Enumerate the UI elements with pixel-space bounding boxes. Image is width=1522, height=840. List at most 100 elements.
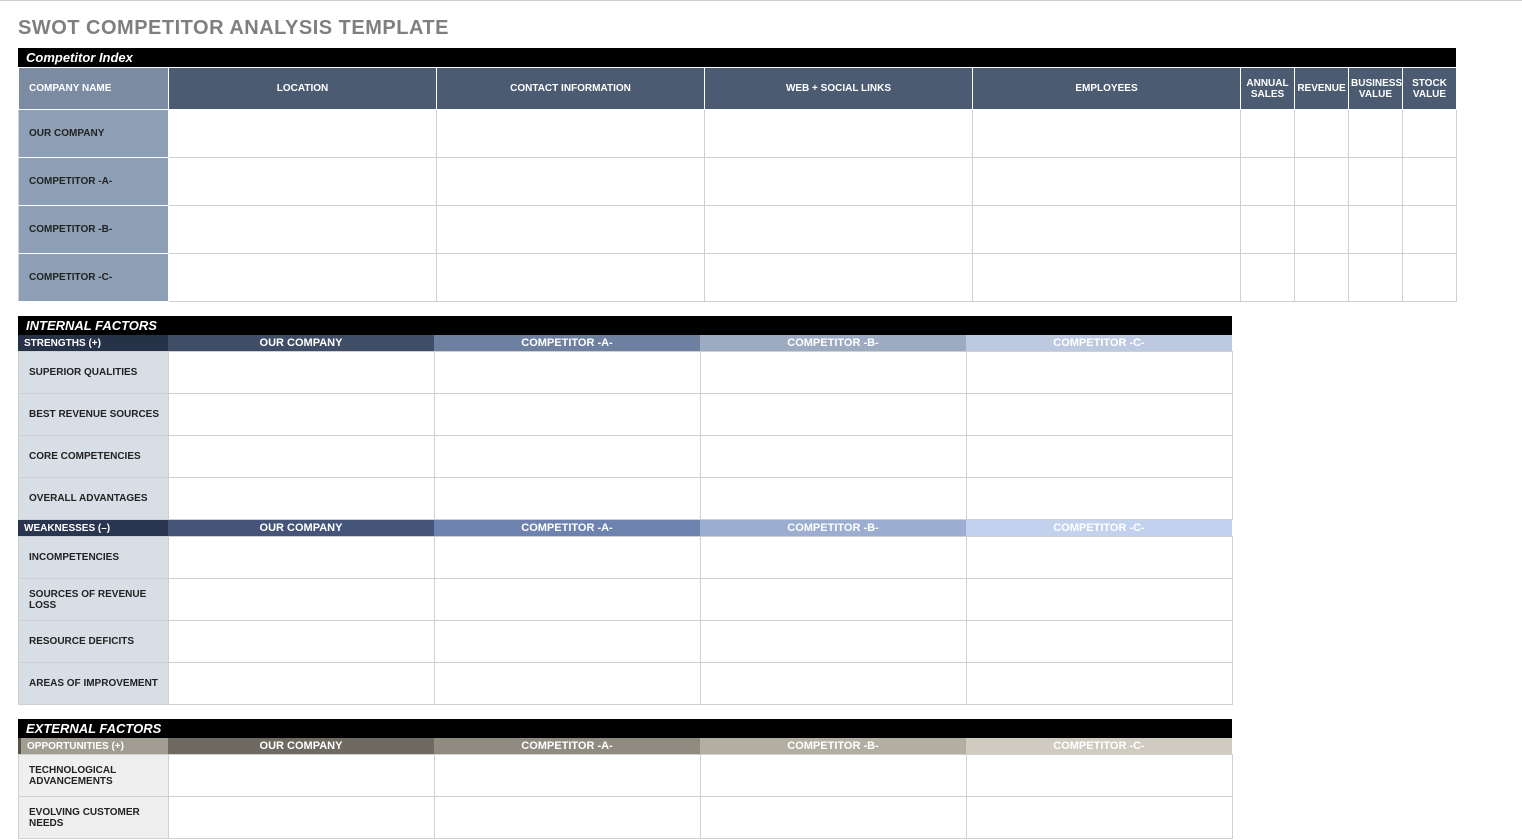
cell[interactable] [701,755,967,797]
cell[interactable] [169,110,437,158]
cell[interactable] [435,352,701,394]
cell[interactable] [437,206,705,254]
row-label: AREAS OF IMPROVEMENT [19,663,169,705]
col-competitor-a: COMPETITOR -A- [434,520,700,536]
cell[interactable] [1349,206,1403,254]
table-row: TECHNOLOGICAL ADVANCEMENTS [19,755,1233,797]
cell[interactable] [967,663,1233,705]
table-row: CORE COMPETENCIES [19,436,1233,478]
cell[interactable] [705,206,973,254]
cell[interactable] [967,394,1233,436]
col-our-company: OUR COMPANY [168,520,434,536]
cell[interactable] [701,797,967,839]
cell[interactable] [1241,158,1295,206]
cell[interactable] [701,352,967,394]
cell[interactable] [973,206,1241,254]
cell[interactable] [169,621,435,663]
table-row: INCOMPETENCIES [19,537,1233,579]
col-competitor-b: COMPETITOR -B- [700,335,966,351]
cell[interactable] [701,621,967,663]
cell[interactable] [967,621,1233,663]
cell[interactable] [973,110,1241,158]
external-factors-heading: EXTERNAL FACTORS [18,719,1232,738]
cell[interactable] [705,254,973,302]
page: SWOT COMPETITOR ANALYSIS TEMPLATE Compet… [0,1,1522,839]
cell[interactable] [701,478,967,520]
col-competitor-c: COMPETITOR -C- [966,520,1232,536]
cell[interactable] [437,158,705,206]
cell[interactable] [701,537,967,579]
index-row-competitor-a: COMPETITOR -A- [19,158,1457,206]
opportunities-subheader: OPPORTUNITIES (+) OUR COMPANY COMPETITOR… [18,738,1232,754]
cell[interactable] [435,537,701,579]
cell[interactable] [973,254,1241,302]
cell[interactable] [435,436,701,478]
cell[interactable] [437,254,705,302]
cell[interactable] [435,621,701,663]
cell[interactable] [169,206,437,254]
cell[interactable] [1403,206,1457,254]
strengths-subheader: STRENGTHS (+) OUR COMPANY COMPETITOR -A-… [18,335,1232,351]
cell[interactable] [435,579,701,621]
cell[interactable] [1241,206,1295,254]
cell[interactable] [973,158,1241,206]
row-label: COMPETITOR -C- [19,254,169,302]
cell[interactable] [967,436,1233,478]
cell[interactable] [1241,110,1295,158]
cell[interactable] [967,797,1233,839]
cell[interactable] [967,352,1233,394]
cell[interactable] [701,436,967,478]
col-revenue: REVENUE [1295,68,1349,110]
table-row: SUPERIOR QUALITIES [19,352,1233,394]
col-competitor-b: COMPETITOR -B- [700,520,966,536]
cell[interactable] [169,436,435,478]
cell[interactable] [435,394,701,436]
cell[interactable] [437,110,705,158]
row-label: OUR COMPANY [19,110,169,158]
cell[interactable] [169,254,437,302]
cell[interactable] [705,110,973,158]
cell[interactable] [701,394,967,436]
cell[interactable] [1403,158,1457,206]
table-row: EVOLVING CUSTOMER NEEDS [19,797,1233,839]
cell[interactable] [1295,206,1349,254]
cell[interactable] [1295,110,1349,158]
index-row-our-company: OUR COMPANY [19,110,1457,158]
col-stock-value: STOCK VALUE [1403,68,1457,110]
cell[interactable] [435,478,701,520]
cell[interactable] [169,394,435,436]
cell[interactable] [169,352,435,394]
cell[interactable] [169,797,435,839]
cell[interactable] [701,663,967,705]
internal-factors-section: INTERNAL FACTORS STRENGTHS (+) OUR COMPA… [18,316,1232,705]
cell[interactable] [1349,158,1403,206]
cell[interactable] [701,579,967,621]
cell[interactable] [169,579,435,621]
cell[interactable] [1349,254,1403,302]
cell[interactable] [705,158,973,206]
index-row-competitor-b: COMPETITOR -B- [19,206,1457,254]
cell[interactable] [1241,254,1295,302]
col-our-company: OUR COMPANY [168,738,434,754]
cell[interactable] [169,537,435,579]
cell[interactable] [967,755,1233,797]
col-competitor-a: COMPETITOR -A- [434,335,700,351]
cell[interactable] [1403,110,1457,158]
cell[interactable] [1295,254,1349,302]
cell[interactable] [1349,110,1403,158]
cell[interactable] [435,663,701,705]
table-row: SOURCES OF REVENUE LOSS [19,579,1233,621]
cell[interactable] [967,537,1233,579]
cell[interactable] [435,755,701,797]
cell[interactable] [169,755,435,797]
opportunities-label: OPPORTUNITIES (+) [18,738,168,754]
cell[interactable] [967,478,1233,520]
cell[interactable] [169,478,435,520]
cell[interactable] [1295,158,1349,206]
cell[interactable] [169,663,435,705]
strengths-label: STRENGTHS (+) [18,335,168,351]
cell[interactable] [1403,254,1457,302]
cell[interactable] [967,579,1233,621]
cell[interactable] [169,158,437,206]
cell[interactable] [435,797,701,839]
